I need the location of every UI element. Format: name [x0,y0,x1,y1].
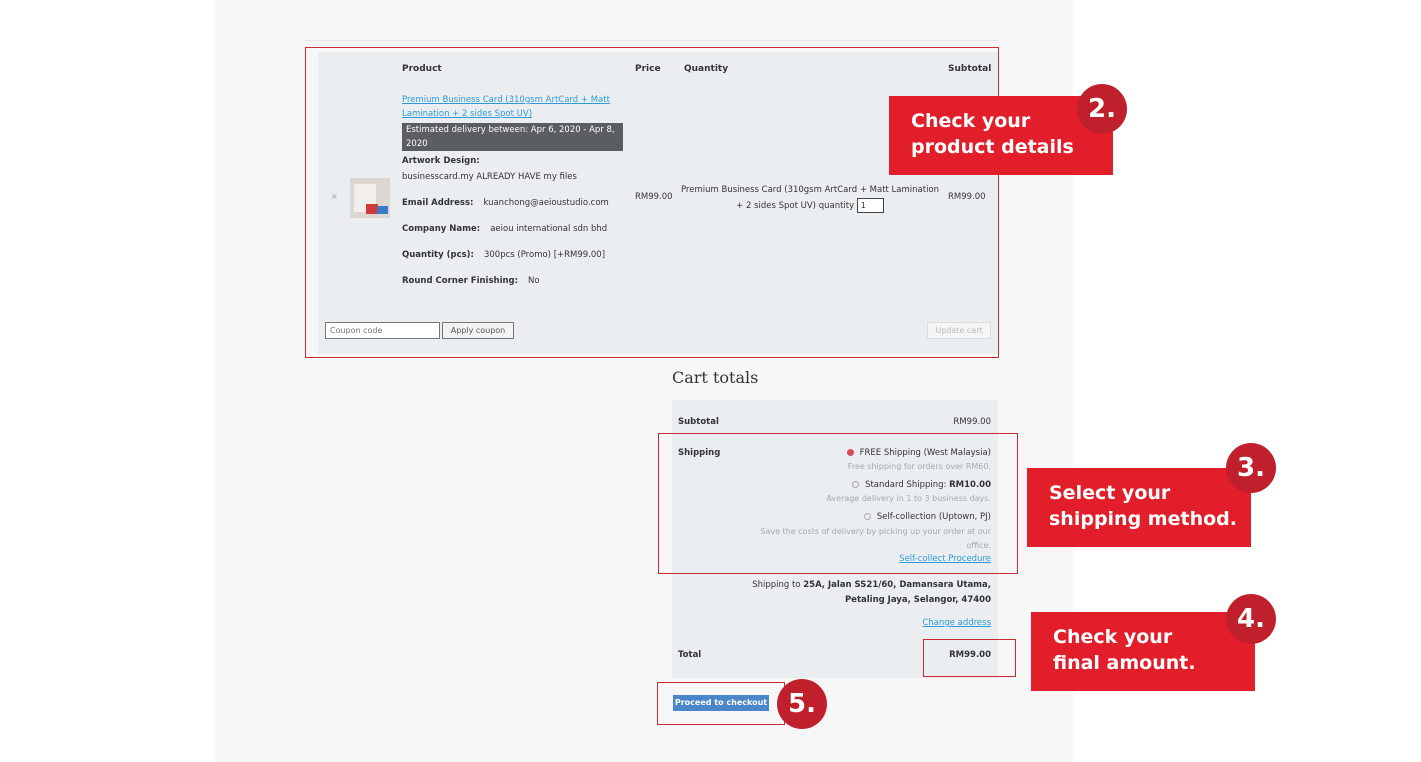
subtotal-label: Subtotal [678,417,719,427]
step-badge-5: 5. [777,679,827,729]
shipping-to-line2: Petaling Jaya, Selangor, 47400 [844,595,991,605]
shipping-to-line1: Shipping to 25A, Jalan SS21/60, Damansar… [752,580,991,590]
callout-final-amount: Check your final amount. [1031,612,1255,691]
highlight-checkout [657,682,785,725]
change-address-link[interactable]: Change address [922,618,991,628]
cart-totals-title: Cart totals [672,368,759,387]
highlight-product-details [305,47,999,358]
step-badge-2: 2. [1077,84,1127,134]
highlight-final-amount [923,639,1016,677]
highlight-shipping-method [658,433,1018,574]
total-label: Total [678,650,702,660]
step-badge-4: 4. [1226,594,1276,644]
divider [305,40,998,41]
callout-shipping-method: Select your shipping method. [1027,468,1251,547]
subtotal-value: RM99.00 [953,417,991,427]
step-badge-3: 3. [1226,443,1276,493]
